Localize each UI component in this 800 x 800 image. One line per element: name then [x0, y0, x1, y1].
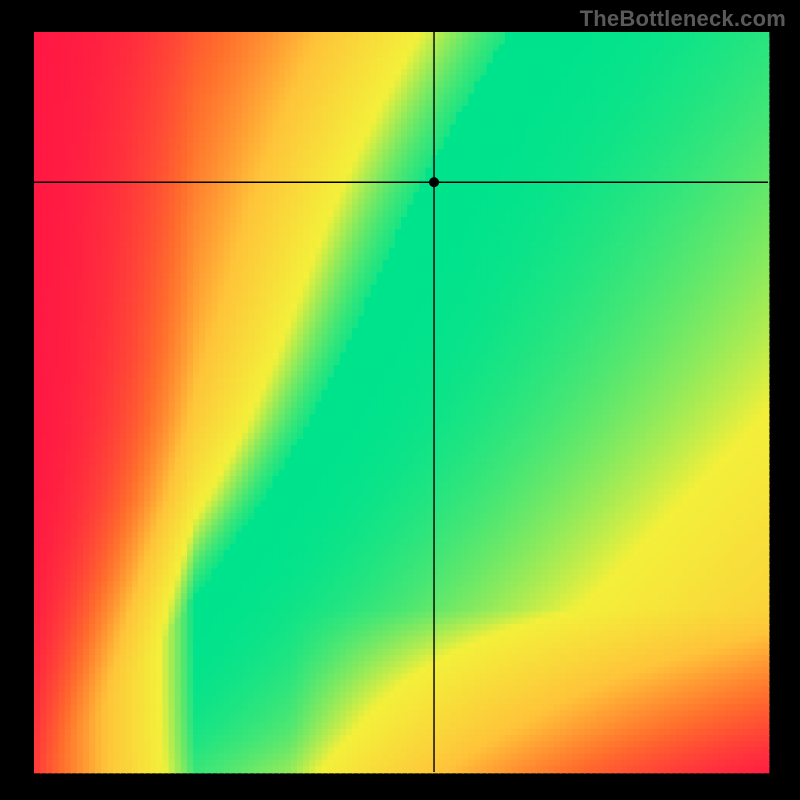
- watermark-text: TheBottleneck.com: [580, 6, 786, 32]
- crosshair-overlay: [0, 0, 800, 800]
- chart-container: TheBottleneck.com: [0, 0, 800, 800]
